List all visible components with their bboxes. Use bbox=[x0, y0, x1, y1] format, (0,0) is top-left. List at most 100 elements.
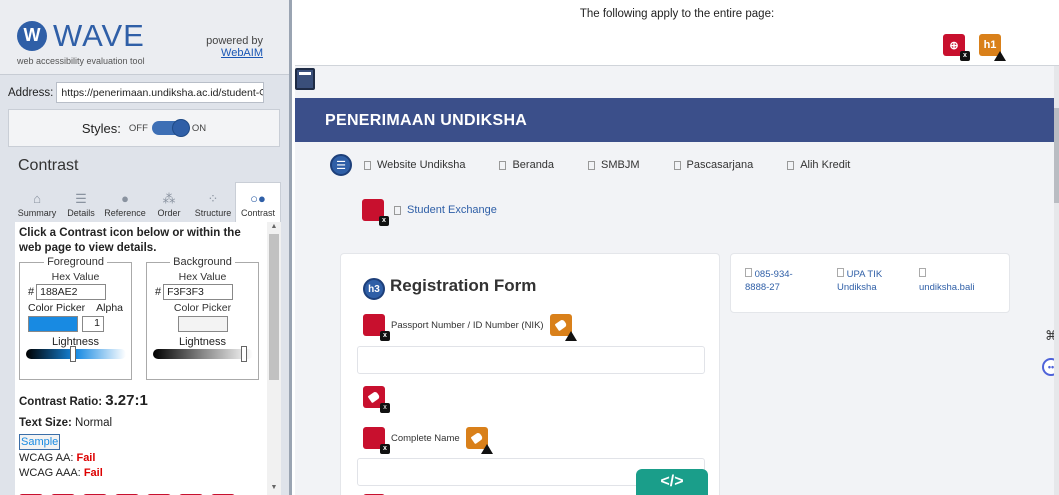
missing-glyph-icon bbox=[919, 268, 926, 277]
h1-alert-icon[interactable]: h1 bbox=[979, 34, 1006, 61]
student-exchange-link[interactable]: Student Exchange bbox=[394, 204, 497, 216]
wcag-aa-result: Fail bbox=[76, 451, 96, 464]
fg-lightness-slider[interactable] bbox=[25, 345, 126, 362]
language-missing-icon[interactable]: ⊕ x bbox=[943, 34, 970, 61]
nav-item-pascasarjana[interactable]: Pascasarjana bbox=[673, 159, 754, 171]
wcag-aa: WCAG AA: Fail bbox=[19, 452, 263, 465]
hash-symbol: # bbox=[155, 285, 162, 298]
social-contact[interactable]: undiksha.bali bbox=[919, 268, 974, 295]
address-bar: Address: https://penerimaan.undiksha.ac.… bbox=[8, 82, 265, 103]
phone-line2: 8888-27 bbox=[745, 281, 780, 293]
social-handle: undiksha.bali bbox=[919, 281, 975, 293]
panel-scrollbar[interactable]: ▲ ▼ bbox=[267, 222, 281, 495]
styles-off-label: OFF bbox=[128, 122, 148, 134]
fg-hex-input[interactable]: 188AE2 bbox=[36, 283, 107, 300]
missing-label-error-icon[interactable]: x bbox=[363, 386, 390, 413]
h1-label: h1 bbox=[983, 39, 997, 51]
refresh-icon[interactable]: ⟳ bbox=[259, 87, 263, 99]
scroll-up-arrow[interactable]: ▲ bbox=[267, 222, 281, 232]
nav-label: Pascasarjana bbox=[686, 159, 754, 171]
form-title: Registration Form bbox=[390, 276, 537, 295]
phone-line1: 085-934- bbox=[754, 269, 793, 280]
registration-form-card: h3 Registration Form x Passport Number /… bbox=[340, 253, 720, 495]
fg-color-picker[interactable] bbox=[28, 315, 78, 332]
address-input[interactable]: https://penerimaan.undiksha.ac.id/studen… bbox=[56, 82, 265, 103]
tab-label: Reference bbox=[104, 208, 146, 218]
styles-toggle[interactable]: OFF ON bbox=[128, 119, 207, 137]
header-region-icon[interactable] bbox=[295, 68, 315, 90]
powered-by-label: powered by bbox=[206, 35, 263, 47]
wave-header: W WAVE web accessibility evaluation tool… bbox=[0, 0, 289, 75]
tab-reference[interactable]: ● Reference bbox=[103, 182, 147, 222]
contrast-sample: Sample bbox=[19, 433, 61, 450]
tab-order[interactable]: ⁂ Order bbox=[147, 182, 191, 222]
tab-label: Summary bbox=[17, 208, 57, 218]
hash-symbol: # bbox=[28, 285, 35, 298]
contact-info-card: 085-934- 8888-27 UPA TIK Undiksha undiksha… bbox=[730, 253, 1010, 313]
styles-toggle-bar: Styles: OFF ON bbox=[8, 109, 280, 147]
webaim-link[interactable]: WebAIM bbox=[221, 47, 263, 59]
wave-logo-icon: W bbox=[17, 20, 47, 51]
ratio-label: Contrast Ratio: bbox=[19, 395, 103, 408]
contrast-error-icon[interactable]: x bbox=[363, 427, 390, 454]
page-scrollbar[interactable] bbox=[1054, 66, 1059, 495]
passport-input[interactable] bbox=[357, 346, 705, 374]
contrast-panel: Click a Contrast icon below or within th… bbox=[15, 222, 267, 495]
nav-label: Website Undiksha bbox=[377, 159, 466, 171]
scroll-down-arrow[interactable]: ▼ bbox=[267, 483, 281, 493]
missing-glyph-icon bbox=[588, 160, 596, 170]
nav-item-smbjm[interactable]: SMBJM bbox=[588, 159, 640, 171]
fg-hex-label: Hex Value bbox=[51, 270, 100, 283]
tab-structure[interactable]: ⁘ Structure bbox=[191, 182, 235, 222]
upa-contact[interactable]: UPA TIK Undiksha bbox=[837, 268, 882, 295]
nav-label: SMBJM bbox=[601, 159, 640, 171]
code-view-button[interactable]: </> bbox=[636, 469, 708, 495]
h3-icon[interactable]: h3 bbox=[363, 278, 385, 300]
toggle-knob bbox=[171, 119, 190, 137]
styles-on-label: ON bbox=[191, 122, 207, 134]
contrast-error-icon[interactable]: x bbox=[362, 199, 389, 226]
page-scrollbar-thumb[interactable] bbox=[1054, 108, 1059, 203]
passport-label: Passport Number / ID Number (NIK) bbox=[391, 319, 544, 331]
missing-glyph-icon bbox=[364, 160, 371, 170]
nav-item-alih-kredit[interactable]: Alih Kredit bbox=[787, 159, 850, 171]
phone-contact[interactable]: 085-934- 8888-27 bbox=[745, 268, 793, 295]
background-group: Background Hex Value # F3F3F3 Color Picke… bbox=[146, 255, 259, 380]
label-alert-icon[interactable] bbox=[465, 427, 493, 454]
tab-details[interactable]: ☰ Details bbox=[59, 182, 103, 222]
student-exchange-row: x Student Exchange bbox=[362, 199, 497, 226]
alpha-input[interactable]: 1 bbox=[82, 315, 104, 332]
missing-glyph-icon bbox=[673, 160, 681, 170]
nav-item-website-undiksha[interactable]: Website Undiksha bbox=[364, 159, 465, 171]
wave-logo[interactable]: W WAVE bbox=[17, 20, 145, 51]
bg-color-picker[interactable] bbox=[177, 315, 228, 332]
site-banner: PENERIMAAN UNDIKSHA bbox=[295, 98, 1058, 142]
bg-lightness-slider[interactable] bbox=[152, 345, 253, 362]
nav-item-beranda[interactable]: Beranda bbox=[499, 159, 554, 171]
summary-text: The following apply to the entire page: bbox=[579, 8, 775, 20]
bg-hex-input[interactable]: F3F3F3 bbox=[163, 283, 234, 300]
toggle-switch[interactable] bbox=[151, 119, 190, 137]
text-size: Text Size: Normal bbox=[19, 417, 263, 429]
tab-contrast[interactable]: ○● Contrast bbox=[235, 182, 281, 222]
fg-slider-knob[interactable] bbox=[69, 345, 76, 362]
wave-screen: W WAVE web accessibility evaluation tool… bbox=[0, 0, 1059, 495]
label-alert-icon[interactable] bbox=[549, 314, 577, 341]
nav-label: Alih Kredit bbox=[800, 159, 851, 171]
foreground-group: Foreground Hex Value #188AE2 Color Picke… bbox=[19, 255, 132, 380]
color-groups: Foreground Hex Value #188AE2 Color Picke… bbox=[19, 255, 263, 380]
missing-glyph-icon bbox=[394, 205, 401, 215]
powered-by: powered by WebAIM bbox=[206, 35, 263, 59]
address-value: https://penerimaan.undiksha.ac.id/studen… bbox=[61, 87, 260, 99]
ratio-value: 3.27:1 bbox=[105, 391, 148, 409]
wave-logo-text: WAVE bbox=[53, 18, 145, 53]
upa-line2: Undiksha bbox=[837, 281, 877, 293]
upa-line1: UPA TIK bbox=[846, 269, 883, 280]
missing-label-row: x bbox=[363, 386, 390, 413]
tab-summary[interactable]: ⌂ Summary bbox=[15, 182, 59, 222]
contrast-error-icon[interactable]: x bbox=[363, 314, 390, 341]
unordered-list-icon[interactable]: ☰ bbox=[330, 154, 352, 176]
scrollbar-thumb[interactable] bbox=[269, 234, 279, 380]
wcag-aaa: WCAG AAA: Fail bbox=[19, 467, 263, 480]
bg-slider-knob[interactable] bbox=[240, 345, 247, 362]
